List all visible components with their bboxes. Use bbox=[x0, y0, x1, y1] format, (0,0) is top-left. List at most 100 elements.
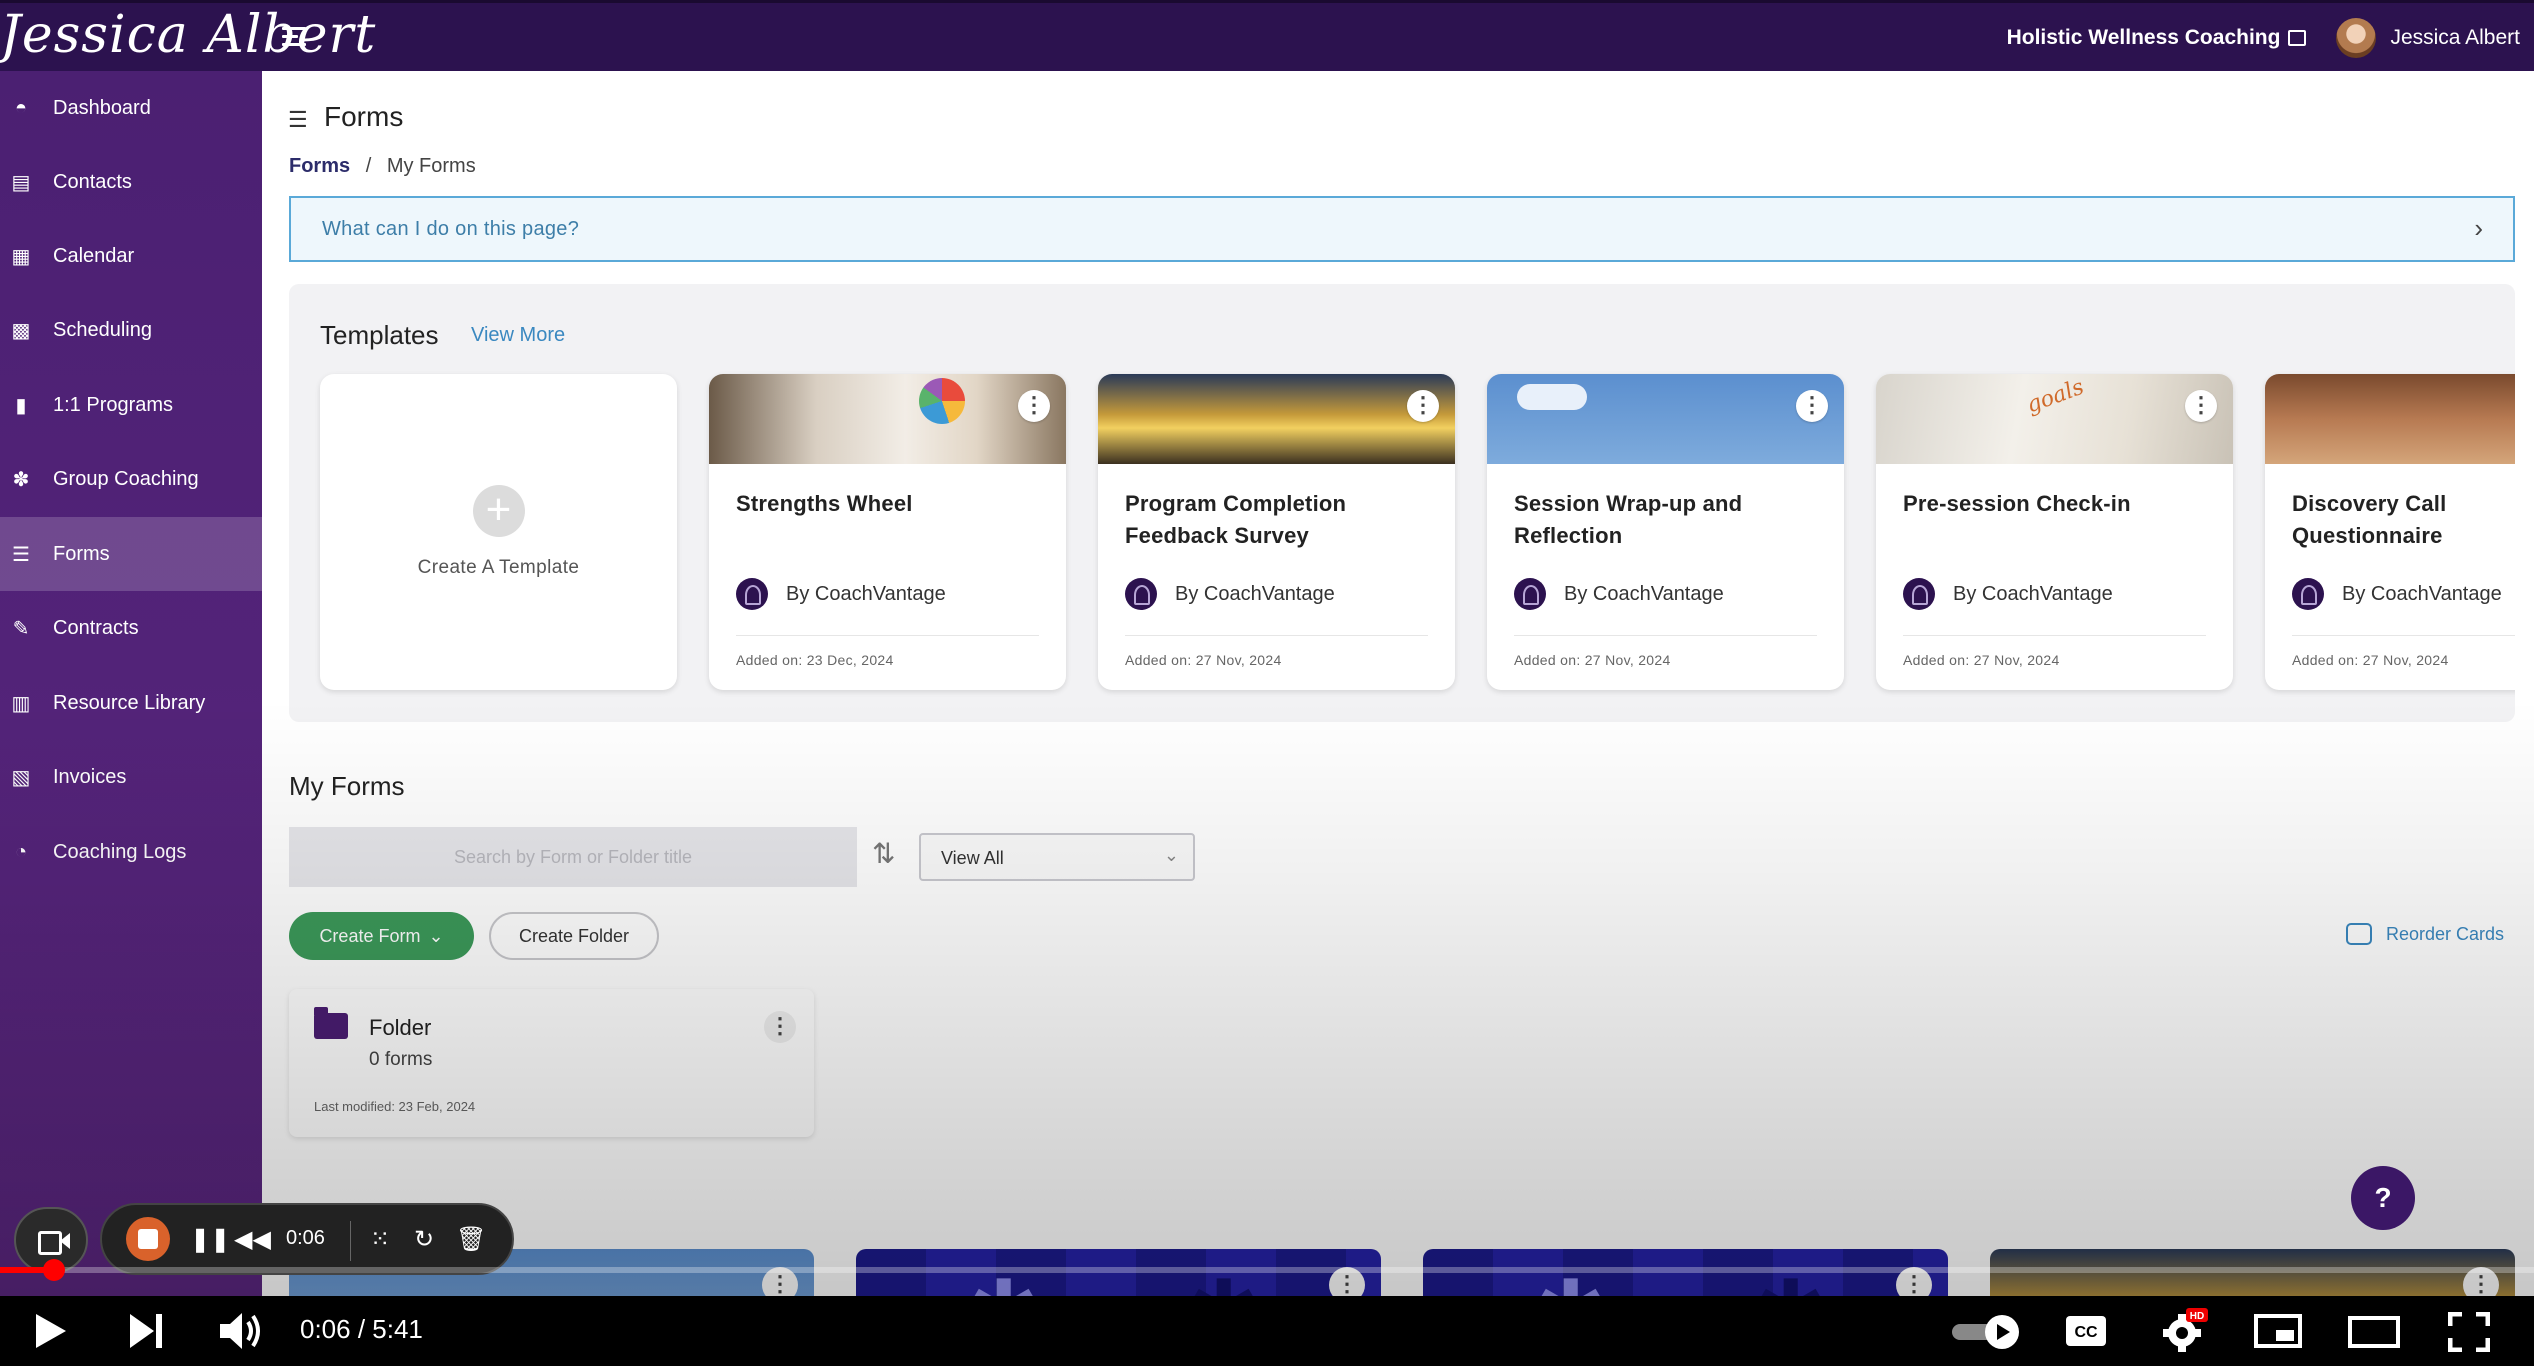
video-progress-fill bbox=[0, 1267, 45, 1273]
sidebar-item-scheduling[interactable]: ▩ Scheduling bbox=[0, 293, 262, 367]
sidebar-item-dashboard[interactable]: ◓ Dashboard bbox=[0, 71, 262, 145]
sidebar-item-resource-library[interactable]: ▥ Resource Library bbox=[0, 666, 262, 740]
stop-record-button[interactable] bbox=[126, 1217, 170, 1261]
video-time: 0:06 / 5:41 bbox=[300, 1314, 423, 1344]
template-card[interactable]: Discovery Call Questionnaire By CoachVan… bbox=[2265, 374, 2515, 690]
main-content: ☰ Forms Forms / My Forms What can I do o… bbox=[262, 71, 2534, 1366]
volume-icon[interactable] bbox=[218, 1310, 262, 1352]
template-author: By CoachVantage bbox=[1903, 578, 2113, 610]
sidebar-item-programs[interactable]: ▮ 1:1 Programs bbox=[0, 368, 262, 442]
folder-card[interactable]: Folder 0 forms Last modified: 23 Feb, 20… bbox=[289, 989, 814, 1137]
page-title: Forms bbox=[324, 101, 404, 132]
divider bbox=[1514, 635, 1817, 636]
sidebar-item-invoices[interactable]: ▧ Invoices bbox=[0, 740, 262, 814]
sidebar-item-coaching-logs[interactable]: ◔ Coaching Logs bbox=[0, 815, 262, 889]
org-name[interactable]: Holistic Wellness Coaching bbox=[2007, 26, 2281, 50]
svg-text:CC: CC bbox=[2074, 1324, 2098, 1341]
author-label: By CoachVantage bbox=[786, 582, 946, 605]
create-template-card[interactable]: + Create A Template bbox=[320, 374, 677, 690]
coachvantage-logo-icon bbox=[736, 578, 768, 610]
video-scrubber-handle[interactable] bbox=[43, 1259, 65, 1281]
template-thumbnail bbox=[709, 374, 1066, 464]
sidebar-item-label: 1:1 Programs bbox=[53, 393, 174, 416]
templates-heading: Templates bbox=[320, 320, 439, 350]
template-thumbnail bbox=[1098, 374, 1455, 464]
chevron-down-icon: ⌄ bbox=[428, 925, 444, 946]
sidebar-item-label: Scheduling bbox=[53, 318, 152, 341]
search-input[interactable] bbox=[289, 827, 857, 887]
folder-menu-icon[interactable]: ⋮ bbox=[764, 1011, 796, 1043]
breadcrumb-forms-link[interactable]: Forms bbox=[289, 155, 350, 177]
book-icon: ▮ bbox=[15, 394, 27, 417]
card-menu-icon[interactable]: ⋮ bbox=[2185, 390, 2217, 422]
trash-icon[interactable]: 🗑 bbox=[456, 1225, 486, 1254]
video-progress-bar[interactable] bbox=[0, 1267, 2534, 1273]
search-field bbox=[289, 827, 857, 887]
avatar[interactable] bbox=[2336, 18, 2377, 58]
sidebar-item-calendar[interactable]: ▦ Calendar bbox=[0, 219, 262, 293]
create-form-button[interactable]: Create Form ⌄ bbox=[289, 912, 474, 960]
view-filter-select[interactable]: View All ⌄ bbox=[919, 833, 1195, 881]
template-thumbnail bbox=[1487, 374, 1844, 464]
user-name[interactable]: Jessica Albert bbox=[2390, 26, 2520, 50]
create-folder-button[interactable]: Create Folder bbox=[489, 912, 659, 960]
scheduling-icon: ▩ bbox=[11, 319, 31, 342]
fullscreen-icon[interactable] bbox=[2448, 1312, 2490, 1352]
sidebar-item-label: Invoices bbox=[53, 765, 127, 788]
sidebar-item-group-coaching[interactable]: ✽ Group Coaching bbox=[0, 442, 262, 516]
autoplay-toggle[interactable] bbox=[1950, 1314, 2022, 1350]
template-card[interactable]: ⋮ Strengths Wheel By CoachVantage Added … bbox=[709, 374, 1066, 690]
template-thumbnail: goals bbox=[1876, 374, 2233, 464]
view-filter-value: View All bbox=[941, 848, 1004, 868]
sidebar-item-contracts[interactable]: ✎ Contracts bbox=[0, 591, 262, 665]
settings-icon[interactable]: HD bbox=[2160, 1308, 2208, 1354]
rewind-icon[interactable]: ◀◀ bbox=[234, 1225, 271, 1254]
reorder-icon bbox=[2345, 923, 2372, 945]
recorder-toolbar: ❚❚ ◀◀ 0:06 ⁙ ↻ 🗑 bbox=[100, 1203, 514, 1275]
recording-timer: 0:06 bbox=[286, 1227, 325, 1249]
divider bbox=[2292, 635, 2515, 636]
coachvantage-logo-icon bbox=[2292, 578, 2324, 610]
card-menu-icon[interactable]: ⋮ bbox=[1796, 390, 1828, 422]
folder-form-count: 0 forms bbox=[369, 1049, 433, 1070]
clock-icon: ◔ bbox=[14, 840, 28, 863]
reorder-cards-label: Reorder Cards bbox=[2385, 923, 2504, 944]
card-menu-icon[interactable]: ⋮ bbox=[1018, 390, 1050, 422]
template-card[interactable]: goals ⋮ Pre-session Check-in By CoachVan… bbox=[1876, 374, 2233, 690]
sidebar-item-label: Calendar bbox=[53, 244, 135, 267]
top-bar: Jessica Albert Holistic Wellness Coachin… bbox=[0, 0, 2534, 71]
miniplayer-icon[interactable] bbox=[2254, 1314, 2302, 1348]
sidebar-item-label: Coaching Logs bbox=[53, 840, 187, 863]
hd-badge: HD bbox=[2190, 1311, 2204, 1322]
theater-mode-icon[interactable] bbox=[2348, 1316, 2400, 1348]
template-added-date: Added on: 23 Dec, 2024 bbox=[736, 652, 894, 668]
my-forms-heading: My Forms bbox=[289, 771, 405, 801]
captions-icon[interactable]: CC bbox=[2064, 1314, 2108, 1348]
forms-icon: ☰ bbox=[288, 107, 308, 132]
help-button[interactable]: ? bbox=[2351, 1166, 2415, 1230]
template-card[interactable]: ⋮ Session Wrap-up and Reflection By Coac… bbox=[1487, 374, 1844, 690]
grid-icon[interactable]: ⁙ bbox=[370, 1225, 390, 1254]
sidebar-item-forms[interactable]: ☰ Forms bbox=[0, 517, 262, 591]
contract-icon: ✎ bbox=[12, 617, 30, 640]
reorder-cards-button[interactable]: Reorder Cards bbox=[2345, 923, 2504, 945]
pause-icon[interactable]: ❚❚ bbox=[190, 1225, 230, 1254]
template-title: Program Completion Feedback Survey bbox=[1125, 491, 1347, 548]
sidebar-item-label: Group Coaching bbox=[53, 467, 199, 490]
switch-org-icon[interactable] bbox=[2288, 30, 2307, 46]
view-more-link[interactable]: View More bbox=[471, 324, 565, 347]
brand-logo[interactable]: Jessica Albert bbox=[0, 5, 376, 65]
next-icon[interactable] bbox=[128, 1312, 164, 1350]
play-icon[interactable] bbox=[34, 1312, 68, 1350]
card-menu-icon[interactable]: ⋮ bbox=[1407, 390, 1439, 422]
sidebar-item-contacts[interactable]: ▤ Contacts bbox=[0, 145, 262, 219]
menu-toggle-icon[interactable] bbox=[282, 27, 306, 47]
sort-icon[interactable]: ⇅ bbox=[872, 837, 895, 870]
restart-icon[interactable]: ↻ bbox=[414, 1225, 434, 1254]
page-help-accordion[interactable]: What can I do on this page? › bbox=[289, 196, 2515, 262]
template-card[interactable]: ⋮ Program Completion Feedback Survey By … bbox=[1098, 374, 1455, 690]
template-title: Session Wrap-up and Reflection bbox=[1514, 491, 1743, 548]
library-icon: ▥ bbox=[11, 692, 31, 715]
divider bbox=[1125, 635, 1428, 636]
forms-icon: ☰ bbox=[12, 543, 30, 566]
